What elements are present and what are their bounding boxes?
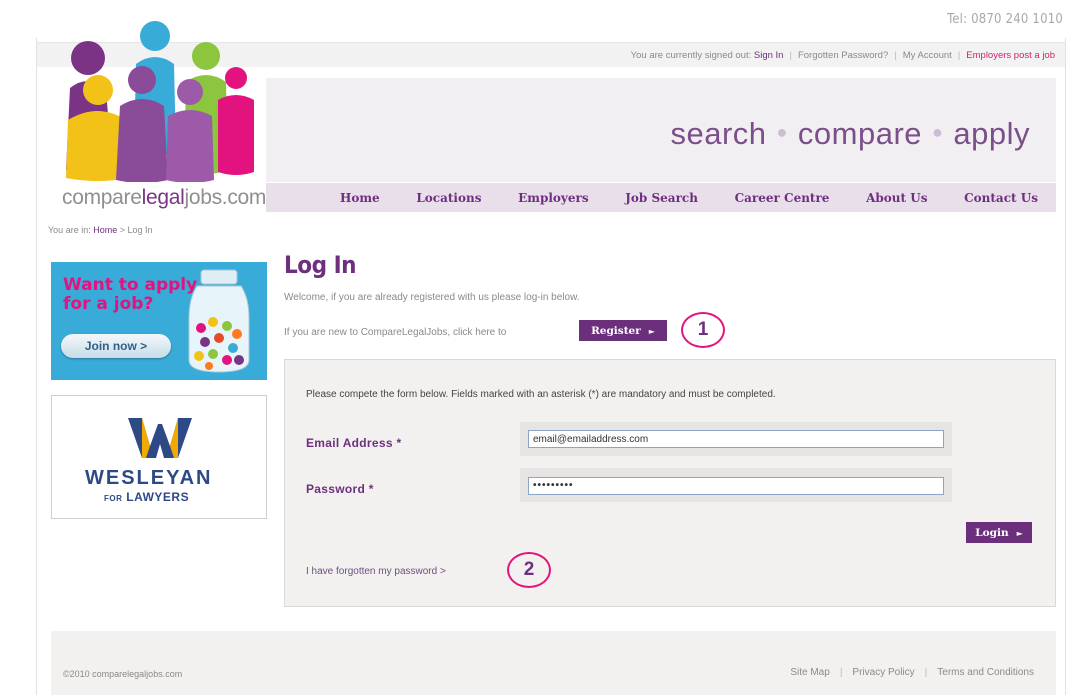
logo-text-legal: legal — [141, 186, 185, 209]
footer-link-privacy-policy[interactable]: Privacy Policy — [852, 667, 914, 678]
register-button[interactable]: Register ► — [579, 320, 667, 341]
tagline-search: search — [670, 116, 767, 151]
candy-jar-icon — [188, 269, 250, 373]
breadcrumb-current: Log In — [127, 225, 153, 235]
wesleyan-sponsor-ad[interactable]: WESLEYAN FOR LAWYERS — [51, 395, 267, 519]
nav-contact-us[interactable]: Contact Us — [964, 191, 1038, 205]
main-nav: Home Locations Employers Job Search Care… — [266, 183, 1056, 212]
employers-post-job-link[interactable]: Employers post a job — [966, 50, 1055, 61]
logo-figures-icon[interactable] — [58, 20, 263, 182]
my-account-link[interactable]: My Account — [903, 50, 952, 61]
sign-in-link[interactable]: Sign In — [754, 50, 784, 61]
logo-text-jobs: jobs.com — [184, 186, 267, 209]
form-instructions: Please compete the form below. Fields ma… — [306, 389, 776, 400]
nav-employers[interactable]: Employers — [518, 191, 588, 205]
nav-home[interactable]: Home — [340, 191, 380, 205]
breadcrumb-prefix: You are in: — [48, 225, 91, 235]
signed-out-status: You are currently signed out: — [630, 50, 752, 61]
bullet-icon: ● — [776, 122, 788, 143]
forgot-password-link[interactable]: I have forgotten my password > — [306, 566, 446, 577]
footer-links: Site Map | Privacy Policy | Terms and Co… — [790, 667, 1034, 678]
divider: | — [894, 50, 897, 61]
annotation-marker-2: 2 — [507, 552, 551, 588]
register-button-label: Register — [591, 324, 641, 337]
ad-headline-line1: Want to apply — [63, 275, 198, 295]
tagline-apply: apply — [953, 116, 1030, 151]
footer: ©2010 comparelegaljobs.com Site Map | Pr… — [51, 631, 1056, 695]
join-now-button[interactable]: Join now > — [61, 334, 171, 358]
hero-banner: search ● compare ● apply — [266, 78, 1056, 182]
footer-link-terms[interactable]: Terms and Conditions — [937, 667, 1034, 678]
nav-locations[interactable]: Locations — [416, 191, 481, 205]
tagline: search ● compare ● apply — [670, 116, 1030, 152]
bullet-icon: ● — [932, 122, 944, 143]
welcome-text: Welcome, if you are already registered w… — [284, 292, 580, 303]
email-label: Email Address * — [306, 436, 402, 450]
account-links: You are currently signed out: Sign In | … — [631, 50, 1055, 61]
password-label: Password * — [306, 482, 374, 496]
arrow-right-icon: ► — [648, 325, 655, 336]
new-user-text: If you are new to CompareLegalJobs, clic… — [284, 327, 507, 338]
footer-link-site-map[interactable]: Site Map — [790, 667, 829, 678]
copyright: ©2010 comparelegaljobs.com — [63, 669, 183, 679]
breadcrumb-separator: > — [119, 225, 126, 235]
forgotten-password-link[interactable]: Forgotten Password? — [798, 50, 888, 61]
divider: | — [957, 50, 961, 61]
sponsor-name: WESLEYAN — [85, 467, 213, 489]
login-button[interactable]: Login ► — [966, 522, 1032, 543]
breadcrumb: You are in: Home > Log In — [48, 225, 153, 235]
sponsor-subtitle: FOR LAWYERS — [104, 490, 190, 504]
ad-headline: Want to apply for a job? — [63, 276, 197, 314]
login-button-label: Login — [975, 526, 1009, 539]
logo-wordmark[interactable]: comparelegaljobs.com — [62, 186, 266, 210]
page-title: Log In — [284, 251, 356, 279]
divider: | — [924, 667, 928, 678]
arrow-right-icon: ► — [1016, 527, 1023, 538]
logo-text-compare: compare — [62, 186, 142, 209]
wesleyan-logo-icon — [128, 418, 192, 458]
tagline-compare: compare — [797, 116, 923, 151]
divider: | — [839, 667, 843, 678]
phone-number: Tel: 0870 240 1010 — [947, 12, 1063, 27]
apply-for-job-ad[interactable]: Want to apply for a job? Join now > — [51, 262, 267, 380]
ad-headline-line2: for a job? — [63, 294, 154, 314]
breadcrumb-home[interactable]: Home — [93, 225, 117, 235]
email-field[interactable] — [528, 430, 944, 448]
divider: | — [789, 50, 792, 61]
annotation-marker-1: 1 — [681, 312, 725, 348]
nav-career-centre[interactable]: Career Centre — [735, 191, 830, 205]
nav-about-us[interactable]: About Us — [866, 191, 927, 205]
password-field[interactable]: ••••••••• — [528, 477, 944, 495]
nav-job-search[interactable]: Job Search — [625, 191, 698, 205]
